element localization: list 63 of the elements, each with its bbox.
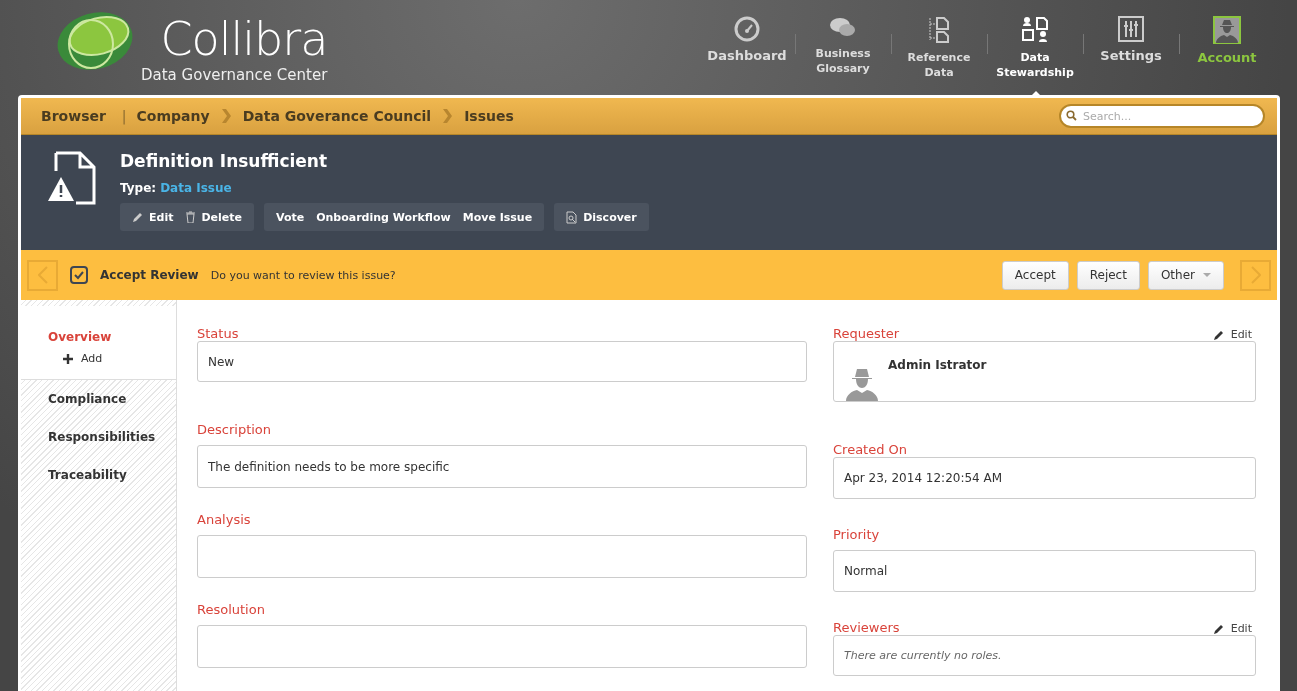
edit-link[interactable]: Edit	[1212, 328, 1252, 341]
review-title: Accept Review	[100, 268, 199, 282]
breadcrumb-link[interactable]: Data Goverance Council	[242, 108, 432, 124]
nav-item[interactable]: Account	[1179, 16, 1275, 88]
checkbox-tick-icon	[70, 266, 88, 284]
plus-icon	[63, 353, 73, 364]
field-value: Apr 23, 2014 12:20:54 AM	[844, 471, 1003, 485]
workflow-people-icon	[1021, 16, 1049, 44]
review-button[interactable]: Other	[1147, 260, 1224, 290]
nav-item[interactable]: Business Glossary	[795, 16, 891, 88]
edit-link[interactable]: Edit	[1212, 622, 1252, 635]
dashboard-gauge-icon	[734, 16, 760, 42]
field-label: Reviewers	[833, 620, 900, 635]
search-icon	[1066, 110, 1077, 121]
field-value: Normal	[844, 564, 888, 578]
field-label: Created On	[833, 442, 908, 457]
pencil-icon	[1212, 328, 1225, 341]
type-link[interactable]: Data Issue	[160, 181, 232, 195]
add-link[interactable]: Add	[21, 352, 176, 365]
action-link[interactable]: Move Issue	[456, 210, 539, 224]
sidebar-item[interactable]: Traceability	[21, 456, 176, 494]
action-link[interactable]: Delete	[179, 210, 248, 224]
nav-item[interactable]: Dashboard	[699, 16, 795, 88]
review-button[interactable]: Accept	[1001, 260, 1069, 290]
nav-item[interactable]: Reference Data	[891, 16, 987, 88]
pencil-icon	[1212, 622, 1225, 635]
search-field[interactable]: Search...	[1059, 104, 1265, 128]
field-label: Priority	[833, 527, 880, 542]
person-name: Admin Istrator	[888, 358, 987, 372]
pencil-icon	[132, 211, 144, 223]
trash-icon	[185, 211, 197, 223]
asset-title: Definition Insufficient	[120, 151, 329, 171]
chevron-icon	[443, 109, 453, 123]
account-avatar-icon	[1213, 16, 1241, 44]
document-search-icon	[566, 210, 579, 224]
field-label: Status	[197, 326, 240, 341]
field-label: Analysis	[197, 512, 252, 527]
field-label: Resolution	[197, 602, 266, 617]
field-label: Requester	[833, 326, 900, 341]
chevron-icon	[221, 109, 231, 123]
brand-tagline: Data Governance Center	[141, 66, 328, 84]
breadcrumb-link[interactable]: Company	[136, 108, 210, 124]
sidebar-item[interactable]: Compliance	[21, 380, 176, 418]
caret-icon	[1203, 273, 1211, 277]
nav-item[interactable]: Settings	[1083, 16, 1179, 88]
field-value: The definition needs to be more specific	[208, 459, 450, 474]
sliders-icon	[1118, 16, 1144, 42]
type-label: Type:	[120, 181, 157, 195]
action-link[interactable]: Onboarding Workflow	[310, 210, 457, 224]
review-button[interactable]: Reject	[1076, 260, 1140, 290]
action-link[interactable]: Edit	[126, 210, 180, 224]
breadcrumb-link[interactable]: Browser	[41, 108, 106, 124]
brand-name: Collibra	[160, 16, 328, 62]
documents-tree-icon	[928, 16, 950, 44]
breadcrumb-separator: |	[121, 108, 127, 124]
field-label: Description	[197, 422, 273, 437]
empty-message: There are currently no roles.	[844, 649, 1002, 662]
action-link[interactable]: Discover	[560, 210, 643, 224]
action-link[interactable]: Vote	[269, 210, 311, 224]
review-question: Do you want to review this issue?	[210, 268, 396, 282]
breadcrumb-link[interactable]: Issues	[464, 108, 514, 124]
field-value: New	[208, 354, 235, 369]
sidebar-item[interactable]: Responsibilities	[21, 418, 176, 456]
